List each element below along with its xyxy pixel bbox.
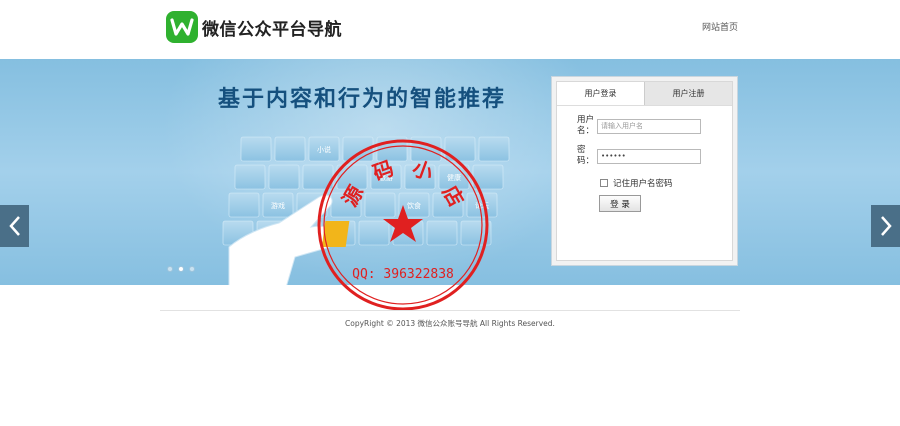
grid-tile bbox=[274, 136, 306, 162]
login-tabs: 用户登录 用户注册 bbox=[557, 82, 732, 106]
login-button[interactable]: 登 录 bbox=[599, 195, 641, 212]
remember-checkbox[interactable] bbox=[600, 179, 608, 187]
red-seal-stamp: QQ: 396322838 源码 小店 bbox=[317, 139, 489, 311]
grid-tile bbox=[234, 164, 266, 190]
site-logo[interactable]: 微信公众平台导航 bbox=[166, 11, 342, 43]
stamp-char: 店 bbox=[438, 181, 469, 210]
password-label: 密 码： bbox=[577, 145, 595, 166]
username-input[interactable] bbox=[597, 118, 701, 134]
copyright-text: CopyRight © 2013 微信公众账号导航 All Rights Res… bbox=[345, 319, 555, 328]
stamp-char: 码 bbox=[370, 156, 397, 185]
grid-tile bbox=[268, 164, 300, 190]
site-header: 微信公众平台导航 网站首页 bbox=[0, 0, 900, 58]
footer-divider bbox=[160, 310, 740, 311]
tile-label: 游戏 bbox=[271, 201, 285, 210]
banner-headline: 基于内容和行为的智能推荐 bbox=[218, 87, 507, 112]
stamp-char: 小 bbox=[409, 156, 436, 185]
password-input[interactable] bbox=[597, 148, 701, 164]
slide-dot[interactable] bbox=[189, 266, 195, 272]
remember-label: 记住用户名密码 bbox=[613, 179, 673, 189]
grid-tile bbox=[240, 136, 272, 162]
home-link[interactable]: 网站首页 bbox=[702, 20, 738, 33]
slide-dot[interactable] bbox=[167, 266, 173, 272]
stamp-char: 源 bbox=[337, 181, 368, 210]
chevron-right-icon bbox=[880, 216, 892, 236]
next-slide-button[interactable] bbox=[871, 205, 900, 247]
slide-dot[interactable] bbox=[178, 266, 184, 272]
tab-register[interactable]: 用户注册 bbox=[644, 82, 732, 105]
password-row: 密 码： bbox=[577, 145, 701, 167]
login-panel: 用户登录 用户注册 用户名： 密 码： 记住用户名密码 登 录 bbox=[551, 76, 738, 266]
grid-tile bbox=[228, 192, 260, 218]
stamp-qq: QQ: 396322838 bbox=[352, 267, 454, 282]
chevron-left-icon bbox=[8, 216, 20, 236]
username-row: 用户名： bbox=[577, 115, 701, 137]
username-label: 用户名： bbox=[577, 115, 595, 136]
remember-me[interactable]: 记住用户名密码 bbox=[600, 177, 673, 189]
slide-pagination[interactable] bbox=[167, 266, 195, 272]
prev-slide-button[interactable] bbox=[0, 205, 29, 247]
wechat-w-icon bbox=[166, 11, 198, 43]
tab-login[interactable]: 用户登录 bbox=[557, 82, 644, 105]
site-logo-text: 微信公众平台导航 bbox=[202, 19, 342, 40]
